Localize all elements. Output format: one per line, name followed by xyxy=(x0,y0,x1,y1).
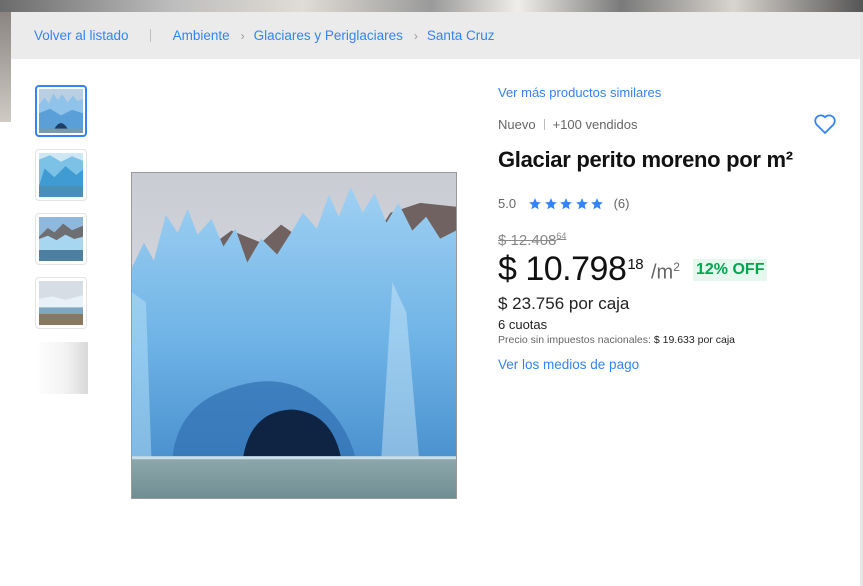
glacier-thumbnail-image xyxy=(39,217,83,261)
price-without-taxes: Precio sin impuestos nacionales: $ 19.63… xyxy=(498,334,735,346)
price-per-box: $ 23.756 por caja xyxy=(498,294,630,313)
rating-stars xyxy=(528,197,606,211)
breadcrumb-item-santa-cruz[interactable]: Santa Cruz xyxy=(427,28,495,43)
taxless-value: $ 19.633 por caja xyxy=(653,334,735,346)
chevron-right-icon: › xyxy=(413,28,418,43)
product-subtitle: Nuevo +100 vendidos xyxy=(498,117,638,132)
glacier-thumbnail-image xyxy=(39,89,83,133)
background-photo-edge xyxy=(0,12,11,122)
payment-methods-link[interactable]: Ver los medios de pago xyxy=(498,357,639,372)
condition-label: Nuevo xyxy=(498,117,536,132)
thumbnail-2[interactable] xyxy=(35,149,87,201)
subtitle-divider xyxy=(543,119,545,130)
breadcrumb-item-glaciares[interactable]: Glaciares y Periglaciares xyxy=(254,28,403,43)
star-icon xyxy=(575,197,588,209)
current-price-amount: $ 10.798 xyxy=(498,250,627,288)
star-icon xyxy=(544,197,557,209)
product-title: Glaciar perito moreno por m² xyxy=(498,147,793,172)
glacier-photo xyxy=(132,173,456,498)
installments-text: 6 cuotas xyxy=(498,317,548,332)
review-count: (6) xyxy=(613,196,630,211)
price-unit-text: /m xyxy=(651,261,674,284)
chevron-right-icon: › xyxy=(240,28,245,43)
star-icon xyxy=(529,197,541,209)
price-unit: /m2 xyxy=(651,260,680,285)
taxless-label: Precio sin impuestos nacionales: xyxy=(498,334,651,346)
similar-products-link[interactable]: Ver más productos similares xyxy=(498,85,661,100)
original-price-cents: 64 xyxy=(556,231,567,241)
current-price: $ 10.79818 xyxy=(498,250,644,289)
star-icon xyxy=(560,197,572,209)
thumbnail-4[interactable] xyxy=(35,277,87,329)
thumbnail-5-partial[interactable] xyxy=(35,342,88,394)
rating-summary[interactable]: 5.0 (6) xyxy=(498,196,629,211)
discount-badge: 12% OFF xyxy=(693,259,768,281)
current-price-cents: 18 xyxy=(627,256,644,273)
original-price-amount: $ 12.408 xyxy=(498,232,557,249)
star-icon xyxy=(591,197,603,209)
price-unit-exponent: 2 xyxy=(673,260,680,274)
breadcrumb: Volver al listado Ambiente › Glaciares y… xyxy=(11,12,860,59)
breadcrumb-item-ambiente[interactable]: Ambiente xyxy=(173,28,230,43)
sold-count: +100 vendidos xyxy=(552,117,638,132)
rating-value: 5.0 xyxy=(498,196,517,211)
original-price: $ 12.40864 xyxy=(498,231,566,249)
heart-icon[interactable] xyxy=(813,112,837,136)
thumbnail-1[interactable] xyxy=(35,85,87,137)
thumbnail-3[interactable] xyxy=(35,213,87,265)
back-to-list-link[interactable]: Volver al listado xyxy=(34,28,129,43)
product-main-image[interactable] xyxy=(131,172,457,499)
glacier-thumbnail-image xyxy=(39,281,83,325)
breadcrumb-divider xyxy=(149,29,151,42)
glacier-thumbnail-image xyxy=(39,153,83,197)
background-photo-strip xyxy=(0,0,863,12)
